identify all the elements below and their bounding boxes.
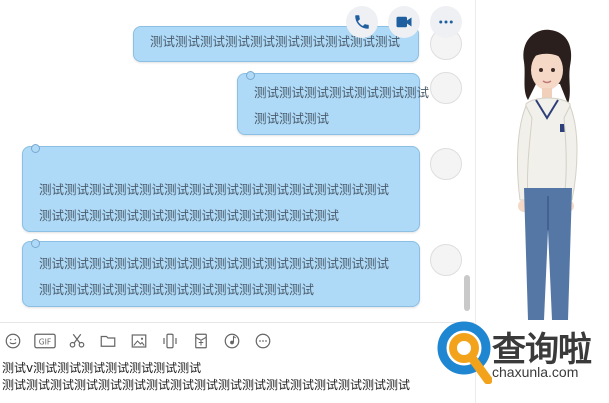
image-icon [131,334,147,348]
shake-icon [163,333,177,349]
character-avatar-image [517,29,578,320]
bubble-tail [246,71,255,80]
message-line: 测试测试测试测试测试测试测试测试测试测试测试测试测试测试 [39,182,390,197]
avatar [430,244,462,276]
input-line: 测试v测试测试测试测试测试测试测试 [2,361,202,375]
chat-window: 测试测试测试测试测试测试测试测试测试测试 测试测试测试测试测试测试测试 测试测试… [0,0,474,403]
video-icon [396,16,412,28]
red-packet-icon [195,333,207,349]
watermark-domain: chaxunla.com [492,364,579,380]
more-icon [439,20,453,24]
avatar [430,72,462,104]
gif-label: GIF [39,337,52,346]
scissors-icon [69,333,85,348]
phone-icon [355,15,369,29]
more-actions-button[interactable] [430,6,462,38]
bubble-tail [31,144,40,153]
red-packet-button[interactable] [191,331,211,351]
scrollbar-thumb[interactable] [464,275,470,311]
music-icon [224,333,240,349]
message-line: 测试测试测试测试测试测试测试测试测试测试测试测试测试测试 [39,256,390,271]
message-line: 测试测试测试测试测试测试测试测试测试测试测试 [39,282,315,297]
bubble-tail [31,239,40,248]
video-call-button[interactable] [388,6,420,38]
more-tools-button[interactable] [253,331,273,351]
more-icon [255,333,271,349]
magnifier-logo-icon [437,321,493,385]
message-line: 测试测试测试测试测试测试测试测试测试测试测试测试 [39,208,340,223]
music-button[interactable] [222,331,242,351]
avatar [430,148,462,180]
message-list[interactable]: 测试测试测试测试测试测试测试测试测试测试 测试测试测试测试测试测试测试 测试测试… [0,0,474,322]
emoji-button[interactable] [3,331,23,351]
message-bubble[interactable]: 测试测试测试测试测试测试测试测试测试测试测试测试测试测试 测试测试测试测试测试测… [22,144,420,232]
gif-icon: GIF [34,333,56,349]
image-button[interactable] [129,331,149,351]
call-actions [346,6,462,38]
message-bubble[interactable]: 测试测试测试测试测试测试测试测试测试测试测试测试测试测试 测试测试测试测试测试测… [22,239,420,307]
message-line: 测试测试测试测试测试测试测试 [254,85,430,100]
message-line: 测试测试测试 [254,111,330,126]
shake-button[interactable] [160,331,180,351]
screenshot-button[interactable] [67,331,87,351]
folder-icon [100,335,116,347]
input-divider [0,322,474,323]
message-input[interactable]: 测试v测试测试测试测试测试测试测试 测试测试测试测试测试测试测试测试测试测试测试… [2,360,474,394]
message-bubble[interactable]: 测试测试测试测试测试测试测试 测试测试测试 [237,71,430,135]
file-button[interactable] [98,331,118,351]
phone-call-button[interactable] [346,6,378,38]
input-toolbar: GIF [3,331,273,351]
gif-button[interactable]: GIF [34,331,56,351]
input-line: 测试测试测试测试测试测试测试测试测试测试测试测试测试测试测试测试测试 [2,378,411,392]
emoji-icon [5,333,21,349]
